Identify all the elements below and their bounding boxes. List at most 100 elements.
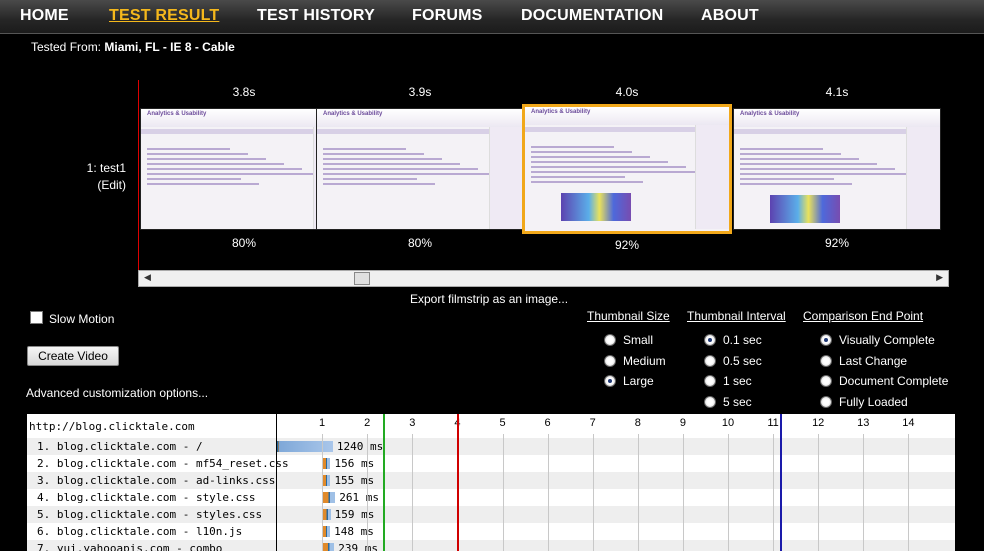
thumbnail-line (147, 178, 241, 180)
request-bar (323, 543, 335, 551)
scroll-right-icon[interactable]: ▶ (936, 272, 943, 283)
advanced-options-link[interactable]: Advanced customization options... (26, 386, 208, 400)
radio-button[interactable] (604, 354, 616, 367)
nav-test-history[interactable]: TEST HISTORY (257, 7, 375, 25)
thumbnail-text (147, 145, 320, 188)
waterfall-gridline (637, 434, 639, 551)
create-video-button[interactable]: Create Video (27, 346, 119, 366)
waterfall-row-label[interactable]: 1. blog.clicktale.com - / (37, 440, 203, 453)
thumbnail-line (531, 151, 632, 153)
waterfall-gridline (863, 434, 865, 551)
thumbnail-interval-heading[interactable]: Thumbnail Interval (687, 309, 786, 323)
thumbnail-line (740, 173, 913, 175)
request-duration: 156 ms (334, 457, 375, 470)
radio-label: Visually Complete (839, 333, 935, 347)
nav-forums[interactable]: FORUMS (412, 7, 483, 25)
thumbnail-line (531, 166, 686, 168)
thumbnail-logo: Analytics & Usability (531, 109, 591, 115)
nav-about[interactable]: ABOUT (701, 7, 759, 25)
frame-time: 4.1s (825, 85, 849, 99)
filmstrip-thumbnail[interactable]: Analytics & Usability (522, 104, 732, 234)
radio-button[interactable] (604, 375, 616, 387)
thumbnail-line (531, 146, 614, 148)
thumbnail-text (531, 143, 704, 186)
waterfall-row-label[interactable]: 7. yui.yahooapis.com - combo (37, 542, 222, 551)
waterfall-row-label[interactable]: 6. blog.clicktale.com - l10n.js (37, 525, 242, 538)
request-bar (323, 458, 331, 469)
thumbnail-text (323, 145, 496, 188)
frame-percent: 92% (824, 236, 850, 250)
thumbnail-line (147, 158, 266, 160)
filmstrip-start-marker (138, 80, 139, 285)
slow-motion-checkbox[interactable] (30, 311, 43, 324)
radio-button[interactable] (820, 375, 832, 387)
thumbnail-line (323, 178, 417, 180)
waterfall-tick-label: 3 (409, 417, 416, 429)
radio-button[interactable] (704, 395, 716, 408)
edit-run-link[interactable]: (Edit) (60, 177, 126, 194)
waterfall-divider (276, 414, 277, 551)
waterfall-gridline (908, 434, 910, 551)
radio-label: Small (623, 333, 654, 347)
waterfall-row-label[interactable]: 4. blog.clicktale.com - style.css (37, 491, 256, 504)
radio-button[interactable] (704, 334, 716, 346)
frame-percent: 92% (614, 238, 640, 252)
scroll-left-icon[interactable]: ◀ (144, 272, 151, 283)
waterfall-tick-label: 6 (544, 417, 551, 429)
waterfall-row: 5. blog.clicktale.com - styles.css 159 ms (27, 506, 955, 523)
waterfall-gridline (592, 434, 594, 551)
waterfall-gridline (547, 434, 549, 551)
radio-button[interactable] (820, 334, 832, 346)
nav-home[interactable]: HOME (20, 7, 69, 25)
waterfall-tick-label: 1 (319, 417, 326, 429)
thumbnail-line (323, 158, 442, 160)
waterfall-row-label[interactable]: 5. blog.clicktale.com - styles.css (37, 508, 262, 521)
thumbnail-line (323, 173, 496, 175)
thumbnail-size-heading[interactable]: Thumbnail Size (587, 309, 670, 323)
scrollbar-thumb[interactable] (354, 272, 370, 285)
waterfall-row-label[interactable]: 3. blog.clicktale.com - ad-links.css (37, 474, 275, 487)
thumbnail-line (531, 156, 650, 158)
nav-documentation[interactable]: DOCUMENTATION (521, 7, 663, 25)
radio-label: Document Complete (839, 374, 949, 388)
radio-button[interactable] (820, 395, 832, 408)
thumbnail-header: Analytics & Usability (734, 109, 940, 127)
radio-button[interactable] (704, 354, 716, 367)
radio-button[interactable] (604, 334, 616, 346)
nav-test-result[interactable]: TEST RESULT (109, 7, 219, 25)
request-duration: 155 ms (334, 474, 375, 487)
radio-label: 0.5 sec (723, 353, 762, 368)
thumbnail-line (323, 168, 478, 170)
thumbnail-line (147, 183, 259, 185)
filmstrip-thumbnail[interactable]: Analytics & Usability (316, 108, 524, 230)
thumbnail-line (531, 171, 704, 173)
filmstrip-thumbnail[interactable]: Analytics & Usability (733, 108, 941, 230)
radio-label: 5 sec (723, 394, 752, 409)
marker-start-render (382, 414, 385, 551)
waterfall-tick-label: 5 (499, 417, 506, 429)
request-duration: 239 ms (338, 542, 378, 551)
waterfall-tick-label: 8 (634, 417, 641, 429)
waterfall-row: 7. yui.yahooapis.com - combo 239 ms (27, 540, 955, 551)
thumbnail-logo: Analytics & Usability (147, 111, 207, 117)
waterfall-row-label[interactable]: 2. blog.clicktale.com - mf54_reset.css (37, 457, 289, 470)
thumbnail-logo: Analytics & Usability (323, 111, 383, 117)
waterfall-page-url: http://blog.clicktale.com (29, 420, 195, 433)
request-bar (277, 441, 333, 452)
filmstrip-scrollbar[interactable]: ◀ ▶ (138, 270, 949, 287)
radio-label: Large (623, 374, 654, 388)
radio-button[interactable] (704, 375, 716, 387)
radio-label: 0.1 sec (723, 333, 762, 347)
export-filmstrip-link[interactable]: Export filmstrip as an image... (410, 292, 568, 306)
comparison-end-heading[interactable]: Comparison End Point (803, 309, 923, 323)
waterfall-gridline (412, 434, 414, 551)
radio-button[interactable] (820, 354, 832, 367)
request-bar (323, 492, 336, 503)
thumbnail-sidebar (906, 127, 940, 229)
marker-visually-complete (457, 414, 460, 551)
request-bar (323, 475, 331, 486)
thumbnail-heatmap (561, 193, 631, 221)
thumbnail-line (323, 163, 460, 165)
thumbnail-header: Analytics & Usability (317, 109, 523, 127)
waterfall-gridline (367, 434, 369, 551)
